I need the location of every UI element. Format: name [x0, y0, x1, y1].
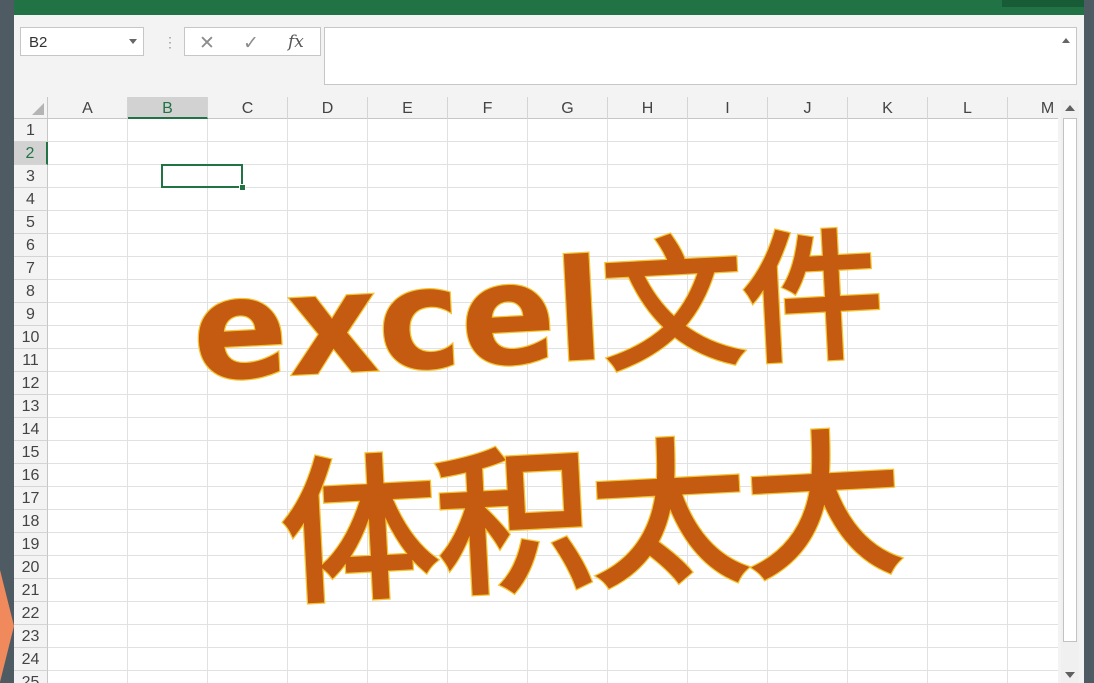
- name-box[interactable]: B2: [20, 27, 144, 56]
- column-header[interactable]: K: [848, 97, 928, 119]
- fill-handle[interactable]: [239, 184, 246, 191]
- gridline-horizontal: [48, 647, 1058, 648]
- row-header[interactable]: 12: [14, 372, 48, 395]
- column-header[interactable]: H: [608, 97, 688, 119]
- row-header[interactable]: 10: [14, 326, 48, 349]
- row-header[interactable]: 5: [14, 211, 48, 234]
- select-all-button[interactable]: [14, 97, 48, 119]
- cancel-icon[interactable]: ✕: [199, 32, 215, 55]
- gridline-vertical: [127, 119, 128, 683]
- column-header[interactable]: G: [528, 97, 608, 119]
- gridline-horizontal: [48, 440, 1058, 441]
- scroll-thumb[interactable]: [1063, 118, 1077, 642]
- gridline-horizontal: [48, 417, 1058, 418]
- gridline-horizontal: [48, 463, 1058, 464]
- row-header[interactable]: 17: [14, 487, 48, 510]
- column-header[interactable]: C: [208, 97, 288, 119]
- row-header[interactable]: 25: [14, 671, 48, 683]
- row-header[interactable]: 11: [14, 349, 48, 372]
- gridline-vertical: [287, 119, 288, 683]
- row-header[interactable]: 24: [14, 648, 48, 671]
- background-decoration: [0, 570, 14, 682]
- column-header[interactable]: A: [48, 97, 128, 119]
- column-headers: ABCDEFGHIJKLM: [14, 97, 1058, 119]
- gridline-horizontal: [48, 348, 1058, 349]
- grip-icon[interactable]: ⋮: [163, 35, 177, 49]
- gridline-horizontal: [48, 141, 1058, 142]
- dropdown-arrow-icon[interactable]: [129, 39, 137, 44]
- gridline-horizontal: [48, 279, 1058, 280]
- column-header[interactable]: I: [688, 97, 768, 119]
- row-header[interactable]: 19: [14, 533, 48, 556]
- gridline-horizontal: [48, 233, 1058, 234]
- gridline-horizontal: [48, 210, 1058, 211]
- worksheet-grid[interactable]: ABCDEFGHIJKLM 1 2 3 4 5 6 7 8 9 10 11 12 13 14 15 16 17 1…: [14, 97, 1058, 683]
- row-header[interactable]: 3: [14, 165, 48, 188]
- gridline-horizontal: [48, 325, 1058, 326]
- gridline-vertical: [527, 119, 528, 683]
- title-bar-button[interactable]: [1002, 0, 1084, 7]
- formula-buttons: ✕ ✓ fx: [184, 27, 321, 56]
- gridline-horizontal: [48, 555, 1058, 556]
- gridline-horizontal: [48, 624, 1058, 625]
- row-header[interactable]: 14: [14, 418, 48, 441]
- column-header[interactable]: M: [1008, 97, 1058, 119]
- row-header[interactable]: 2: [14, 142, 48, 165]
- gridline-horizontal: [48, 302, 1058, 303]
- gridline-vertical: [767, 119, 768, 683]
- active-cell[interactable]: [161, 164, 243, 188]
- gridline-vertical: [687, 119, 688, 683]
- gridline-horizontal: [48, 670, 1058, 671]
- row-header[interactable]: 7: [14, 257, 48, 280]
- row-header[interactable]: 18: [14, 510, 48, 533]
- scroll-up-icon[interactable]: [1065, 105, 1075, 111]
- gridline-vertical: [367, 119, 368, 683]
- formula-bar-area: B2 ⋮ ✕ ✓ fx: [14, 15, 1084, 97]
- formula-input[interactable]: [324, 27, 1077, 85]
- gridline-horizontal: [48, 486, 1058, 487]
- column-header[interactable]: L: [928, 97, 1008, 119]
- column-header[interactable]: D: [288, 97, 368, 119]
- gridline-vertical: [447, 119, 448, 683]
- gridline-horizontal: [48, 532, 1058, 533]
- row-header[interactable]: 16: [14, 464, 48, 487]
- enter-icon[interactable]: ✓: [243, 32, 259, 55]
- gridline-horizontal: [48, 394, 1058, 395]
- cell-area[interactable]: [48, 119, 1058, 683]
- select-all-icon: [32, 103, 44, 115]
- row-header[interactable]: 23: [14, 625, 48, 648]
- row-header[interactable]: 9: [14, 303, 48, 326]
- column-header[interactable]: B: [128, 97, 208, 119]
- excel-window: B2 ⋮ ✕ ✓ fx ABCDEFGHIJKLM 1 2 3 4 5 6 7 8 9 10 11 1…: [14, 0, 1084, 683]
- collapse-icon[interactable]: [1062, 38, 1070, 43]
- scroll-down-icon[interactable]: [1065, 672, 1075, 678]
- vertical-scrollbar[interactable]: [1061, 100, 1079, 683]
- row-header[interactable]: 13: [14, 395, 48, 418]
- gridline-horizontal: [48, 601, 1058, 602]
- row-header[interactable]: 4: [14, 188, 48, 211]
- name-box-value: B2: [29, 34, 48, 51]
- row-header[interactable]: 21: [14, 579, 48, 602]
- column-header[interactable]: F: [448, 97, 528, 119]
- row-header[interactable]: 6: [14, 234, 48, 257]
- row-header[interactable]: 20: [14, 556, 48, 579]
- gridline-vertical: [607, 119, 608, 683]
- gridline-horizontal: [48, 371, 1058, 372]
- gridline-horizontal: [48, 578, 1058, 579]
- row-header[interactable]: 8: [14, 280, 48, 303]
- gridline-vertical: [1007, 119, 1008, 683]
- gridline-horizontal: [48, 256, 1058, 257]
- row-header[interactable]: 15: [14, 441, 48, 464]
- row-header[interactable]: 22: [14, 602, 48, 625]
- row-header[interactable]: 1: [14, 119, 48, 142]
- column-header[interactable]: J: [768, 97, 848, 119]
- title-bar: [14, 0, 1084, 15]
- gridline-vertical: [927, 119, 928, 683]
- gridline-vertical: [847, 119, 848, 683]
- gridline-horizontal: [48, 509, 1058, 510]
- column-header[interactable]: E: [368, 97, 448, 119]
- function-icon[interactable]: fx: [288, 32, 304, 52]
- gridline-vertical: [207, 119, 208, 683]
